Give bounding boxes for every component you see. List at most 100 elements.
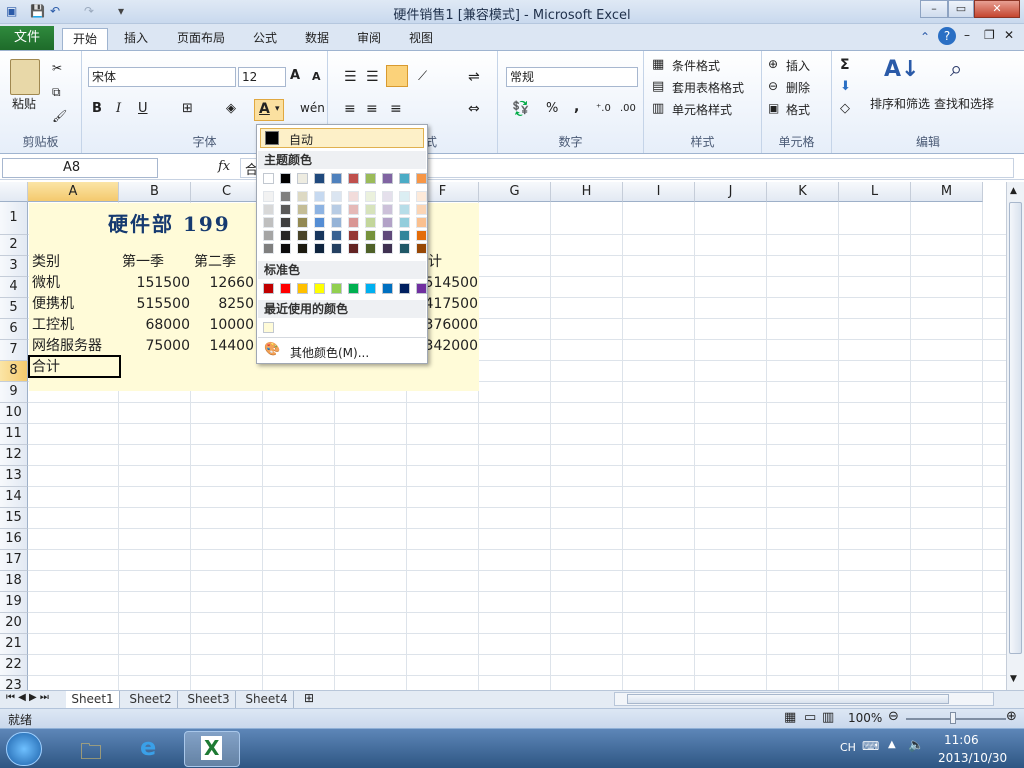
theme-color-swatch[interactable]	[399, 173, 410, 184]
theme-shade-swatch[interactable]	[314, 191, 325, 202]
row-header-5[interactable]: 5	[0, 298, 28, 319]
row-header-13[interactable]: 13	[0, 466, 28, 487]
vertical-scrollbar[interactable]: ▲ ▼	[1006, 182, 1024, 690]
sheet-tab-3[interactable]: Sheet3	[182, 691, 236, 708]
standard-color-swatch[interactable]	[399, 283, 410, 294]
theme-shade-swatch[interactable]	[399, 191, 410, 202]
standard-color-swatch[interactable]	[263, 283, 274, 294]
sheet-tab-1[interactable]: Sheet1	[66, 691, 120, 708]
theme-shade-swatch[interactable]	[348, 217, 359, 228]
tab-review[interactable]: 审阅	[348, 28, 390, 50]
zoom-in-icon[interactable]: ⊕	[1006, 709, 1017, 724]
align-middle-icon[interactable]: ☰	[366, 69, 379, 85]
theme-shade-swatch[interactable]	[348, 243, 359, 254]
format-as-table-button[interactable]: 套用表格格式	[672, 79, 744, 96]
theme-shade-swatch[interactable]	[280, 217, 291, 228]
paste-button[interactable]: 粘贴	[12, 95, 36, 112]
theme-shade-swatch[interactable]	[399, 204, 410, 215]
theme-shade-swatch[interactable]	[314, 243, 325, 254]
normal-view-icon[interactable]: ▦	[784, 710, 796, 725]
paste-icon[interactable]	[10, 59, 40, 95]
align-bottom-button[interactable]	[386, 65, 408, 87]
decrease-decimal-icon[interactable]: .00	[620, 103, 636, 114]
column-header-a[interactable]: A	[28, 182, 119, 202]
theme-shade-swatch[interactable]	[348, 230, 359, 241]
header-q1[interactable]: 第一季	[122, 252, 164, 272]
merge-center-icon[interactable]: ⇔	[468, 101, 480, 117]
conditional-format-button[interactable]: 条件格式	[672, 57, 720, 74]
scroll-up-icon[interactable]: ▲	[1010, 186, 1017, 196]
row-header-3[interactable]: 3	[0, 256, 28, 277]
q1-cell[interactable]: 151500	[120, 273, 190, 293]
sheet-nav-icon[interactable]: ⏮ ◀ ▶ ⏭	[6, 692, 49, 703]
row-header-23[interactable]: 23	[0, 676, 28, 690]
theme-shade-swatch[interactable]	[399, 243, 410, 254]
category-cell[interactable]: 网络服务器	[32, 336, 102, 356]
ie-taskbar-button[interactable]: e	[124, 731, 180, 767]
recent-color-swatch[interactable]	[263, 322, 274, 333]
theme-color-swatch[interactable]	[263, 173, 274, 184]
horizontal-scrollbar[interactable]	[614, 692, 994, 706]
scroll-down-icon[interactable]: ▼	[1010, 674, 1017, 684]
theme-shade-swatch[interactable]	[297, 191, 308, 202]
autosum-button[interactable]: Σ	[840, 57, 850, 73]
orientation-icon[interactable]: ⟋	[418, 69, 427, 84]
row-header-11[interactable]: 11	[0, 424, 28, 445]
theme-shade-swatch[interactable]	[297, 204, 308, 215]
theme-shade-swatch[interactable]	[416, 217, 427, 228]
number-format-select[interactable]: 常规	[506, 67, 638, 87]
row-header-14[interactable]: 14	[0, 487, 28, 508]
row-header-6[interactable]: 6	[0, 319, 28, 340]
explorer-taskbar-button[interactable]: 🗀	[66, 731, 122, 767]
header-category[interactable]: 类别	[32, 252, 60, 272]
theme-shade-swatch[interactable]	[297, 230, 308, 241]
theme-shade-swatch[interactable]	[365, 243, 376, 254]
theme-shade-swatch[interactable]	[263, 204, 274, 215]
theme-shade-swatch[interactable]	[331, 230, 342, 241]
column-header-l[interactable]: L	[839, 182, 911, 202]
zoom-level[interactable]: 100%	[848, 711, 882, 725]
theme-color-swatch[interactable]	[297, 173, 308, 184]
standard-color-swatch[interactable]	[314, 283, 325, 294]
theme-shade-swatch[interactable]	[382, 230, 393, 241]
theme-shade-swatch[interactable]	[263, 191, 274, 202]
theme-shade-swatch[interactable]	[399, 230, 410, 241]
excel-taskbar-button[interactable]: X	[184, 731, 240, 767]
theme-color-swatch[interactable]	[314, 173, 325, 184]
fill-icon[interactable]: ⬇	[840, 79, 851, 94]
theme-shade-swatch[interactable]	[365, 230, 376, 241]
theme-shade-swatch[interactable]	[365, 191, 376, 202]
q2-cell[interactable]: 8250	[192, 294, 254, 314]
category-cell[interactable]: 微机	[32, 273, 60, 293]
minimize-ribbon-icon[interactable]: ⌃	[920, 30, 930, 44]
row-header-19[interactable]: 19	[0, 592, 28, 613]
tab-home[interactable]: 开始	[62, 28, 108, 50]
insert-function-button[interactable]: fx	[218, 159, 230, 174]
column-header-i[interactable]: I	[623, 182, 695, 202]
standard-color-swatch[interactable]	[348, 283, 359, 294]
q2-cell[interactable]: 14400	[192, 336, 254, 356]
standard-color-swatch[interactable]	[280, 283, 291, 294]
clock-date[interactable]: 2013/10/30	[938, 751, 1007, 765]
close-button[interactable]: ✕	[974, 0, 1020, 18]
theme-shade-swatch[interactable]	[314, 204, 325, 215]
theme-shade-swatch[interactable]	[348, 191, 359, 202]
column-header-g[interactable]: G	[479, 182, 551, 202]
italic-button[interactable]: I	[116, 101, 121, 116]
language-indicator[interactable]: CH	[840, 741, 856, 754]
theme-shade-swatch[interactable]	[416, 243, 427, 254]
theme-shade-swatch[interactable]	[416, 204, 427, 215]
cell-styles-button[interactable]: 单元格样式	[672, 101, 732, 118]
tab-page-layout[interactable]: 页面布局	[168, 28, 234, 50]
page-layout-view-icon[interactable]: ▭	[804, 710, 816, 725]
volume-icon[interactable]: 🔈	[908, 738, 924, 753]
theme-shade-swatch[interactable]	[382, 243, 393, 254]
header-total[interactable]: 计	[428, 252, 442, 272]
keyboard-icon[interactable]: ⌨	[862, 739, 879, 753]
theme-shade-swatch[interactable]	[416, 230, 427, 241]
zoom-out-icon[interactable]: ⊖	[888, 709, 899, 724]
format-cells-button[interactable]: 格式	[786, 101, 810, 118]
name-box[interactable]: A8	[2, 158, 158, 178]
tab-formulas[interactable]: 公式	[244, 28, 286, 50]
row-header-15[interactable]: 15	[0, 508, 28, 529]
